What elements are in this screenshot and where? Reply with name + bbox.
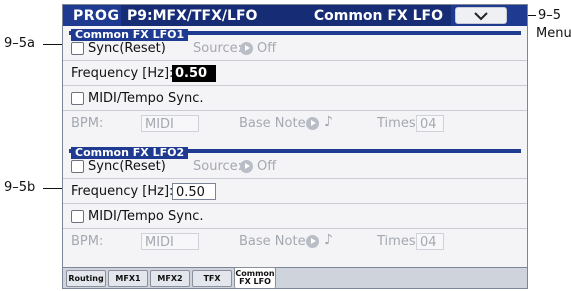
lfo1-bpm-field[interactable]: MIDI xyxy=(141,115,199,132)
lfo2-midi-tempo-checkbox[interactable] xyxy=(71,210,84,223)
chevron-down-icon xyxy=(474,12,488,21)
page-tabs: Routing MFX1 MFX2 TFX Common FX LFO xyxy=(63,267,527,288)
lfo2-frequency-field[interactable]: 0.50 xyxy=(172,183,216,200)
lfo2-bpm-label: BPM: xyxy=(71,234,104,249)
callout-menu-number: 9–5 xyxy=(538,8,562,23)
callout-lfo1: 9–5a xyxy=(4,36,36,51)
lfo1-bpm-row: BPM: MIDI Base Note: ♪ Times: 04 xyxy=(63,112,527,136)
callout-lfo2: 9–5b xyxy=(4,180,36,195)
lfo2-frequency-label: Frequency [Hz]: xyxy=(71,184,174,199)
lfo2-source-label: Source: xyxy=(193,159,243,174)
lfo2-base-note-value: ♪ xyxy=(324,232,333,248)
lfo2-times-label: Times: xyxy=(377,234,420,249)
lfo1-midi-tempo-checkbox[interactable] xyxy=(71,92,84,105)
lfo1-midi-tempo-row: MIDI/Tempo Sync. xyxy=(63,87,527,111)
lfo2-source-value: Off xyxy=(257,159,277,174)
lfo1-base-note-select-icon[interactable] xyxy=(306,117,319,130)
tab-common-fx-lfo-line2: FX LFO xyxy=(239,277,271,286)
lfo2-bpm-row: BPM: MIDI Base Note: ♪ Times: 04 xyxy=(63,230,527,254)
lfo1-times-label: Times: xyxy=(377,116,420,131)
lfo2-section: Common FX LFO2 Sync(Reset) Source: Off F… xyxy=(63,147,527,266)
lfo1-times-field[interactable]: 04 xyxy=(416,115,444,132)
lfo1-sync-row: Sync(Reset) Source: Off xyxy=(63,37,527,61)
lfo1-midi-tempo-label: MIDI/Tempo Sync. xyxy=(88,91,204,106)
lfo1-bpm-label: BPM: xyxy=(71,116,104,131)
lfo2-base-note-label: Base Note: xyxy=(239,234,310,249)
lfo1-base-note-label: Base Note: xyxy=(239,116,310,131)
lfo2-frequency-row: Frequency [Hz]: 0.50 xyxy=(63,180,527,204)
tab-mfx1[interactable]: MFX1 xyxy=(108,270,148,287)
lfo2-midi-tempo-label: MIDI/Tempo Sync. xyxy=(88,209,204,224)
title-bar: PROG P9:MFX/TFX/LFO Common FX LFO xyxy=(63,5,527,26)
lfo2-base-note-select-icon[interactable] xyxy=(306,235,319,248)
page-path: P9:MFX/TFX/LFO xyxy=(127,8,258,24)
lfo2-sync-label: Sync(Reset) xyxy=(88,159,166,174)
lfo1-source-select-icon[interactable] xyxy=(240,42,253,55)
lfo1-frequency-label: Frequency [Hz]: xyxy=(71,66,174,81)
device-screen: PROG P9:MFX/TFX/LFO Common FX LFO Common… xyxy=(62,4,528,289)
lfo2-times-field[interactable]: 04 xyxy=(416,233,444,250)
lfo2-source-select-icon[interactable] xyxy=(240,160,253,173)
lfo1-frequency-field[interactable]: 0.50 xyxy=(172,65,216,82)
callout-menu-label: Menu xyxy=(536,26,571,41)
tab-common-fx-lfo[interactable]: Common FX LFO xyxy=(234,267,276,288)
menu-button[interactable] xyxy=(455,7,507,24)
lfo1-sync-checkbox[interactable] xyxy=(71,42,84,55)
lfo2-bpm-field[interactable]: MIDI xyxy=(141,233,199,250)
lfo1-sync-label: Sync(Reset) xyxy=(88,41,166,56)
lfo2-sync-checkbox[interactable] xyxy=(71,160,84,173)
tab-routing[interactable]: Routing xyxy=(66,270,106,287)
tab-mfx2[interactable]: MFX2 xyxy=(150,270,190,287)
tab-tfx[interactable]: TFX xyxy=(192,270,232,287)
page-name: Common FX LFO xyxy=(313,8,443,24)
lfo2-midi-tempo-row: MIDI/Tempo Sync. xyxy=(63,205,527,229)
lfo1-source-label: Source: xyxy=(193,41,243,56)
lfo1-source-value: Off xyxy=(257,41,277,56)
lfo2-sync-row: Sync(Reset) Source: Off xyxy=(63,155,527,179)
lfo1-section: Common FX LFO1 Sync(Reset) Source: Off F… xyxy=(63,29,527,148)
mode-label: PROG xyxy=(73,8,120,24)
lfo1-base-note-value: ♪ xyxy=(324,114,333,130)
lfo1-frequency-row: Frequency [Hz]: 0.50 xyxy=(63,62,527,86)
